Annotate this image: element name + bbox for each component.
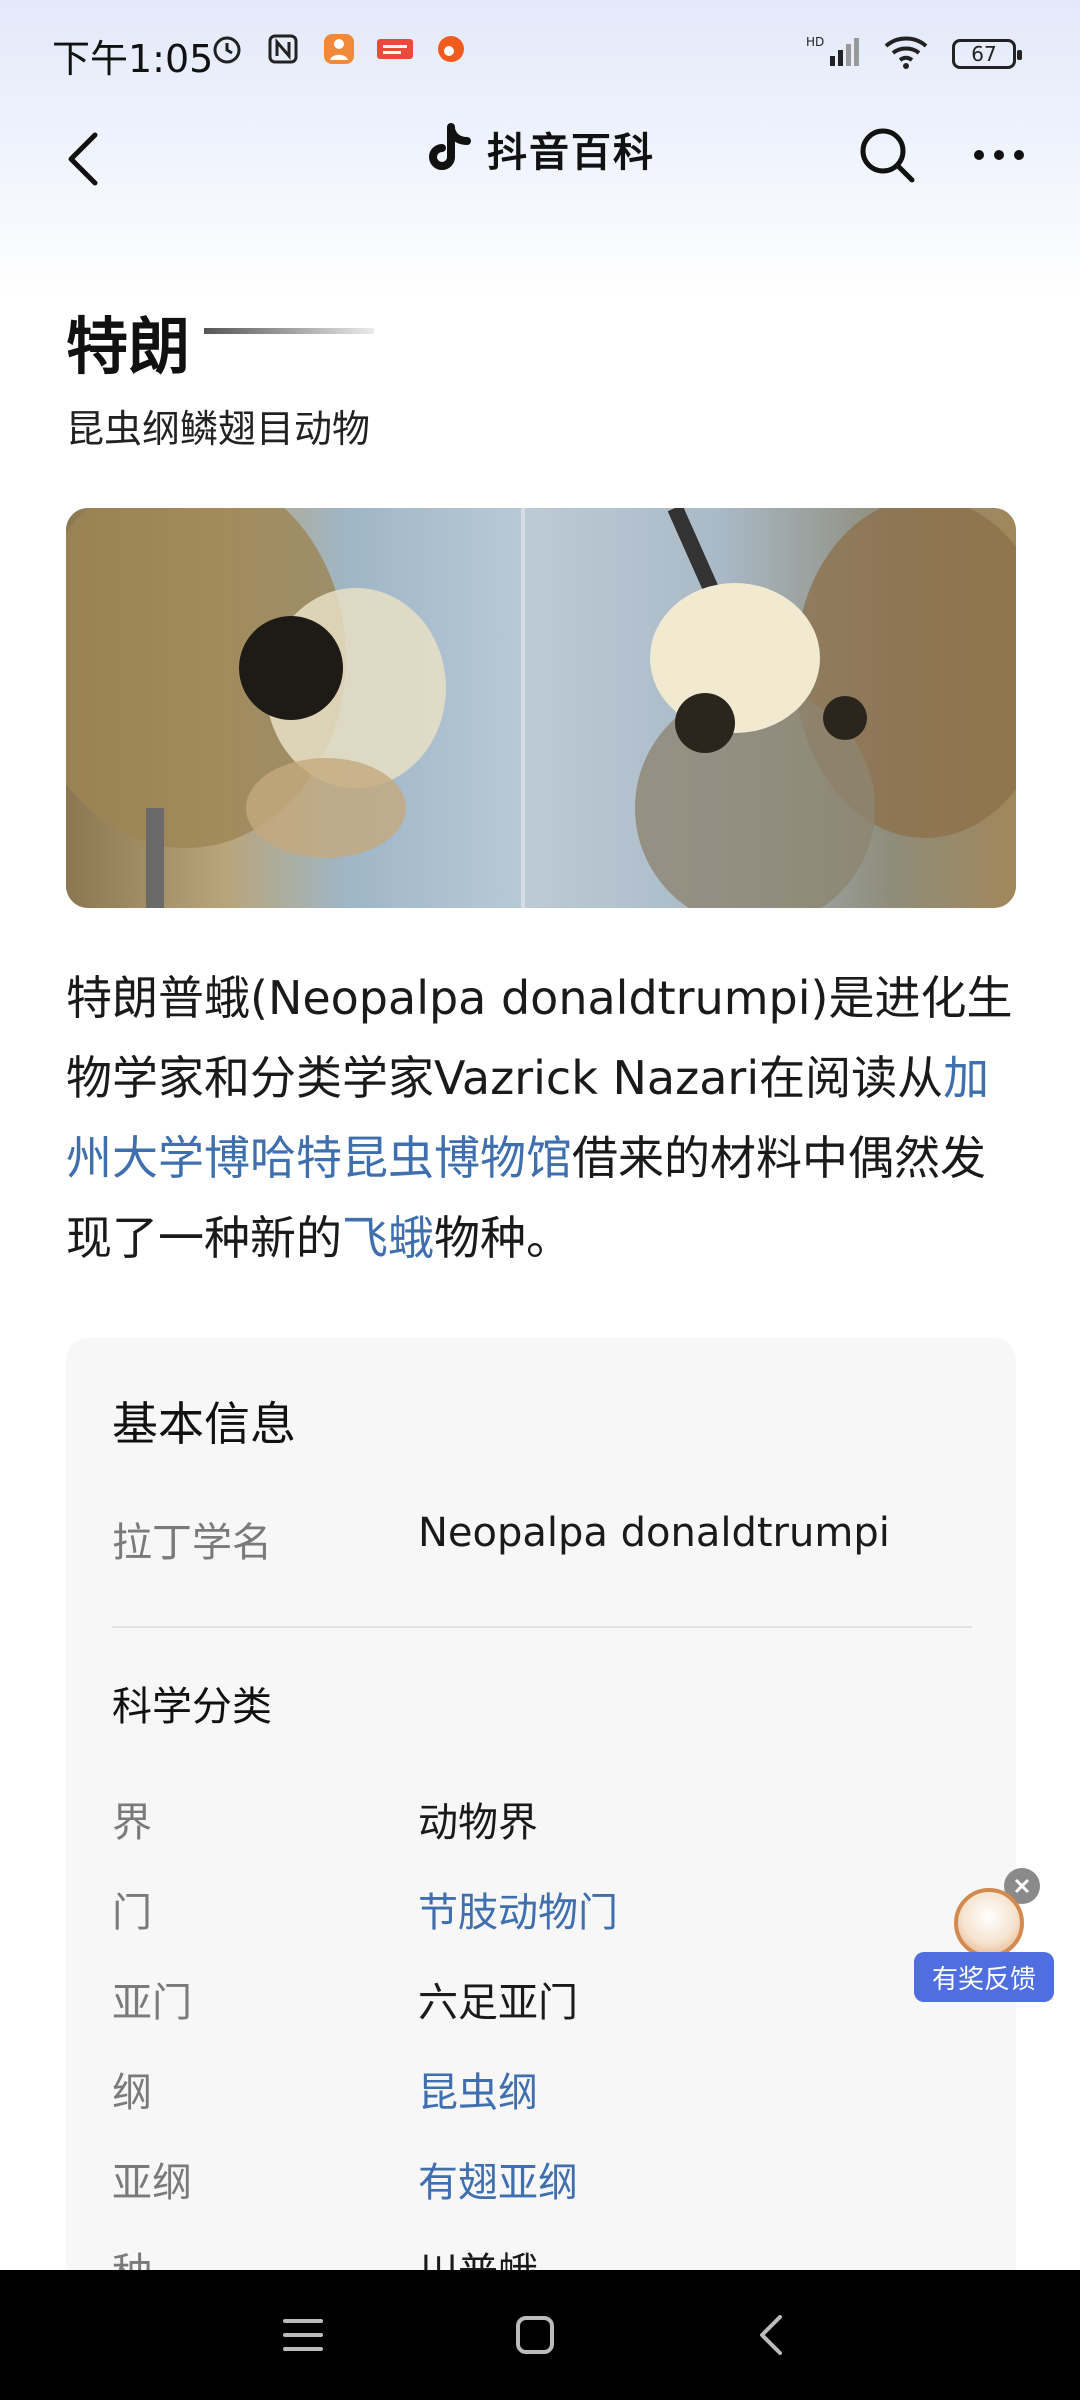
menu-button[interactable] bbox=[268, 2300, 338, 2370]
back-chevron-icon bbox=[760, 2315, 782, 2355]
intro-text-1: 特朗普蛾(Neopalpa donaldtrumpi)是进化生物学家和分类学家V… bbox=[66, 971, 1013, 1105]
hero-image[interactable] bbox=[66, 508, 1016, 908]
system-icons: HD 67 bbox=[806, 34, 1022, 74]
svg-text:HD: HD bbox=[806, 35, 824, 49]
subclass-link[interactable]: 有翅亚纲 bbox=[418, 2150, 578, 2208]
status-bar: 下午1:05 HD 67 bbox=[0, 0, 1080, 106]
card-divider bbox=[112, 1626, 972, 1628]
search-icon bbox=[860, 128, 915, 183]
alarm-icon bbox=[208, 30, 246, 68]
home-button[interactable] bbox=[500, 2300, 570, 2370]
menu-icon bbox=[283, 2319, 323, 2351]
more-button[interactable] bbox=[964, 120, 1034, 190]
link-moth[interactable]: 飞蛾 bbox=[342, 1211, 434, 1265]
nfc-icon bbox=[264, 30, 302, 68]
close-icon bbox=[1014, 1878, 1030, 1894]
notification-icons bbox=[208, 30, 470, 68]
feedback-label[interactable]: 有奖反馈 bbox=[914, 1952, 1054, 2002]
card-title: 基本信息 bbox=[112, 1397, 296, 1451]
search-button[interactable] bbox=[852, 120, 922, 190]
intro-paragraph: 特朗普蛾(Neopalpa donaldtrumpi)是进化生物学家和分类学家V… bbox=[66, 958, 1016, 1278]
latin-name-label: 拉丁学名 bbox=[112, 1520, 272, 1566]
class-link[interactable]: 昆虫纲 bbox=[418, 2060, 538, 2118]
more-dots-icon bbox=[974, 150, 1024, 160]
feedback-widget[interactable]: 有奖反馈 bbox=[914, 1868, 1054, 2020]
system-back-button[interactable] bbox=[736, 2300, 806, 2370]
basic-info-card: 基本信息 拉丁学名 Neopalpa donaldtrumpi 科学分类 界 动… bbox=[66, 1338, 1016, 2400]
entry-title: 特朗 bbox=[66, 310, 191, 383]
system-nav-bar bbox=[0, 2270, 1080, 2400]
toutiao-icon bbox=[376, 30, 414, 68]
top-nav: 抖音百科 bbox=[0, 106, 1080, 216]
subphylum-label: 亚门 bbox=[112, 1980, 192, 2026]
phylum-link[interactable]: 节肢动物门 bbox=[418, 1880, 618, 1938]
latin-name-value: Neopalpa donaldtrumpi bbox=[418, 1510, 890, 1556]
intro-text-3: 物种。 bbox=[434, 1211, 572, 1265]
moth-photo-right bbox=[521, 508, 1016, 908]
subphylum-value: 六足亚门 bbox=[418, 1980, 578, 2026]
home-square-icon bbox=[516, 2316, 554, 2354]
douyin-logo-icon bbox=[429, 123, 471, 170]
weibo-icon bbox=[432, 30, 470, 68]
phylum-label: 门 bbox=[112, 1890, 152, 1936]
title-fade-decoration bbox=[204, 328, 374, 334]
battery-icon: 67 bbox=[952, 39, 1022, 69]
entry-subtitle: 昆虫纲鳞翅目动物 bbox=[66, 407, 371, 451]
kingdom-label: 界 bbox=[112, 1800, 152, 1846]
taxonomy-section-title: 科学分类 bbox=[112, 1684, 272, 1730]
signal-icon: HD bbox=[806, 34, 860, 74]
nav-title-text: 抖音百科 bbox=[487, 130, 655, 176]
wifi-icon bbox=[882, 34, 930, 74]
app-notification-icon bbox=[320, 30, 358, 68]
class-label: 纲 bbox=[112, 2070, 152, 2116]
subclass-label: 亚纲 bbox=[112, 2160, 192, 2206]
feedback-mascot-icon bbox=[954, 1888, 1024, 1958]
moth-photo-left bbox=[66, 508, 521, 908]
status-time: 下午1:05 bbox=[52, 37, 214, 81]
kingdom-value: 动物界 bbox=[418, 1800, 538, 1846]
